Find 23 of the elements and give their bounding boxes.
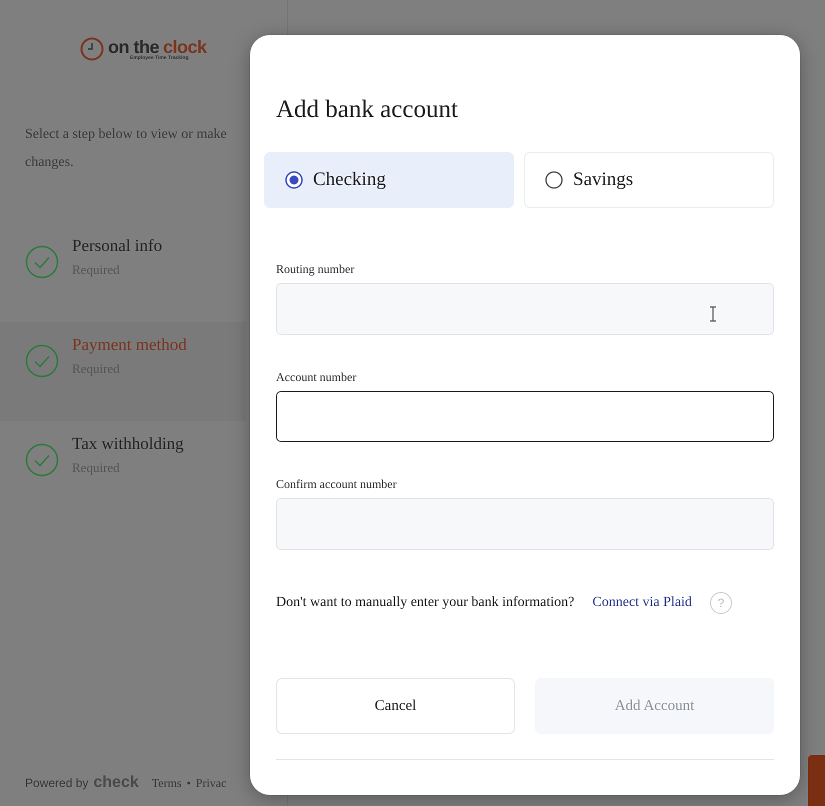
cancel-button[interactable]: Cancel	[276, 678, 515, 734]
logo-accent-text: clock	[163, 38, 207, 56]
footer-link[interactable]: Privac	[196, 776, 226, 790]
intro-text: Select a step below to view or make changes.	[25, 126, 228, 172]
plaid-question-text: Don't want to manually enter your bank information?	[276, 595, 574, 611]
field-label: Confirm account number	[276, 477, 398, 491]
account-type-option[interactable]: Checking	[264, 152, 514, 208]
step-title: Personal info	[72, 236, 162, 256]
step-title: Tax withholding	[72, 434, 184, 454]
help-button[interactable]: ?	[710, 592, 732, 614]
step-title: Payment method	[72, 335, 187, 355]
connect-plaid-link[interactable]: Connect via Plaid	[592, 595, 692, 611]
powered-by-text: Powered by	[25, 776, 88, 790]
logo-text: on the	[108, 38, 159, 56]
field-label: Account number	[276, 370, 358, 384]
footer-link[interactable]: •	[186, 776, 191, 790]
field-label: Routing number	[276, 262, 356, 276]
dialog-title: Add bank account	[276, 95, 459, 125]
footer-link[interactable]: Terms	[152, 776, 182, 790]
partial-button[interactable]	[808, 755, 825, 806]
account-type-option[interactable]: Savings	[524, 152, 774, 208]
input-field[interactable]	[276, 391, 774, 442]
clock-icon	[80, 37, 104, 61]
